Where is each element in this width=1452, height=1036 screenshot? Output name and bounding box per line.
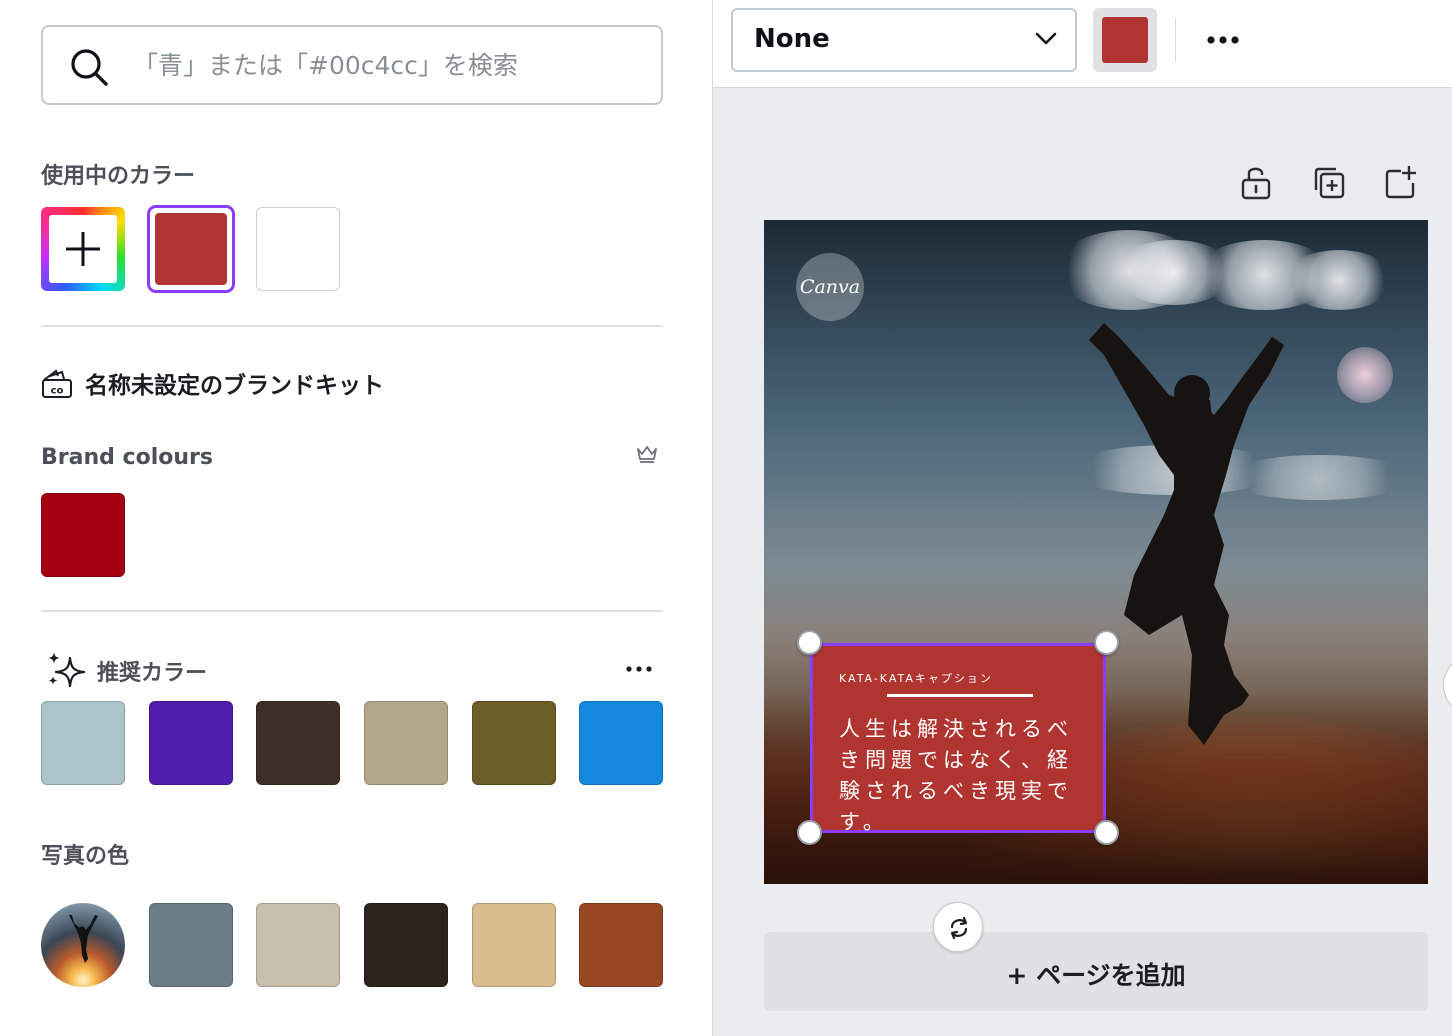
- brand-kit-title: 名称未設定のブランドキット: [85, 373, 384, 399]
- in-use-colors-title: 使用中のカラー: [41, 164, 196, 189]
- color-panel: 使用中のカラー co 名称未設定のブランドキット Brand colours 推…: [0, 0, 712, 1036]
- design-page[interactable]: Canva KATA-KATAキャプション 人生は解決されるべき問題ではなく、経…: [764, 220, 1428, 884]
- brand-color-swatch[interactable]: [41, 493, 125, 577]
- photo-color-swatch[interactable]: [472, 903, 556, 987]
- quote-text[interactable]: 人生は解決されるべき問題ではなく、経験されるべき現実です。: [839, 714, 1089, 838]
- resize-handle-top-right[interactable]: [1094, 630, 1119, 655]
- caption-underline: [887, 694, 1033, 697]
- add-page-label: + ページを追加: [1006, 961, 1186, 990]
- duplicate-page-icon[interactable]: [1310, 164, 1346, 200]
- photo-color-swatch[interactable]: [364, 903, 448, 987]
- suggested-colors-title: 推奨カラー: [97, 661, 208, 686]
- lens-flare: [1337, 347, 1393, 403]
- resize-handle-bottom-left[interactable]: [797, 820, 822, 845]
- more-icon[interactable]: [624, 659, 654, 679]
- brand-colours-title: Brand colours: [41, 445, 213, 470]
- in-use-swatch-red-selected[interactable]: [147, 205, 235, 293]
- add-color-button[interactable]: [41, 207, 125, 291]
- text-color-chip: [1102, 17, 1148, 63]
- more-icon[interactable]: [1191, 18, 1255, 62]
- selected-text-box[interactable]: KATA-KATAキャプション 人生は解決されるべき問題ではなく、経験されるべき…: [810, 643, 1106, 834]
- lock-icon[interactable]: [1238, 164, 1274, 200]
- rotate-handle[interactable]: [933, 902, 983, 952]
- color-search-box[interactable]: [41, 25, 663, 105]
- suggested-color-swatch[interactable]: [41, 701, 125, 785]
- photo-thumbnail[interactable]: [41, 903, 125, 987]
- chevron-down-icon: [1035, 32, 1057, 45]
- canva-logo-text: Canva: [799, 276, 861, 298]
- resize-handle-bottom-right[interactable]: [1094, 820, 1119, 845]
- svg-text:co: co: [51, 386, 64, 397]
- divider: [1175, 18, 1176, 62]
- side-panel-toggle[interactable]: [1443, 655, 1452, 715]
- rotate-icon: [950, 916, 968, 940]
- suggested-color-swatch[interactable]: [579, 701, 663, 785]
- search-icon: [71, 49, 108, 86]
- effect-dropdown[interactable]: None: [731, 8, 1077, 72]
- suggested-color-swatch[interactable]: [364, 701, 448, 785]
- text-color-button[interactable]: [1093, 8, 1157, 72]
- in-use-swatch-white[interactable]: [256, 207, 340, 291]
- sparkle-icon: [48, 652, 86, 688]
- canva-logo-badge: Canva: [796, 253, 864, 321]
- divider: [41, 610, 663, 612]
- add-page-button[interactable]: + ページを追加: [764, 932, 1428, 1011]
- brand-kit-header: co 名称未設定のブランドキット: [41, 366, 384, 400]
- color-search-input[interactable]: [133, 41, 643, 89]
- photo-color-swatch[interactable]: [579, 903, 663, 987]
- editor-area: None Canva KATA-KATAキャプション 人生は解決されるべき問題で…: [712, 0, 1452, 1036]
- photo-color-swatch[interactable]: [256, 903, 340, 987]
- effect-dropdown-value: None: [754, 24, 830, 54]
- resize-handle-top-left[interactable]: [797, 630, 822, 655]
- crown-icon[interactable]: [636, 444, 658, 464]
- brand-kit-icon: co: [42, 369, 72, 398]
- context-toolbar: None: [713, 0, 1452, 88]
- photo-color-swatch[interactable]: [149, 903, 233, 987]
- jumping-person-silhouette: [69, 915, 98, 963]
- caption-text[interactable]: KATA-KATAキャプション: [839, 670, 993, 686]
- suggested-color-swatch[interactable]: [472, 701, 556, 785]
- photo-colors-title: 写真の色: [41, 844, 130, 869]
- add-page-icon[interactable]: [1382, 164, 1418, 200]
- divider: [41, 325, 663, 327]
- plus-icon: [66, 232, 100, 266]
- suggested-color-swatch[interactable]: [256, 701, 340, 785]
- suggested-color-swatch[interactable]: [149, 701, 233, 785]
